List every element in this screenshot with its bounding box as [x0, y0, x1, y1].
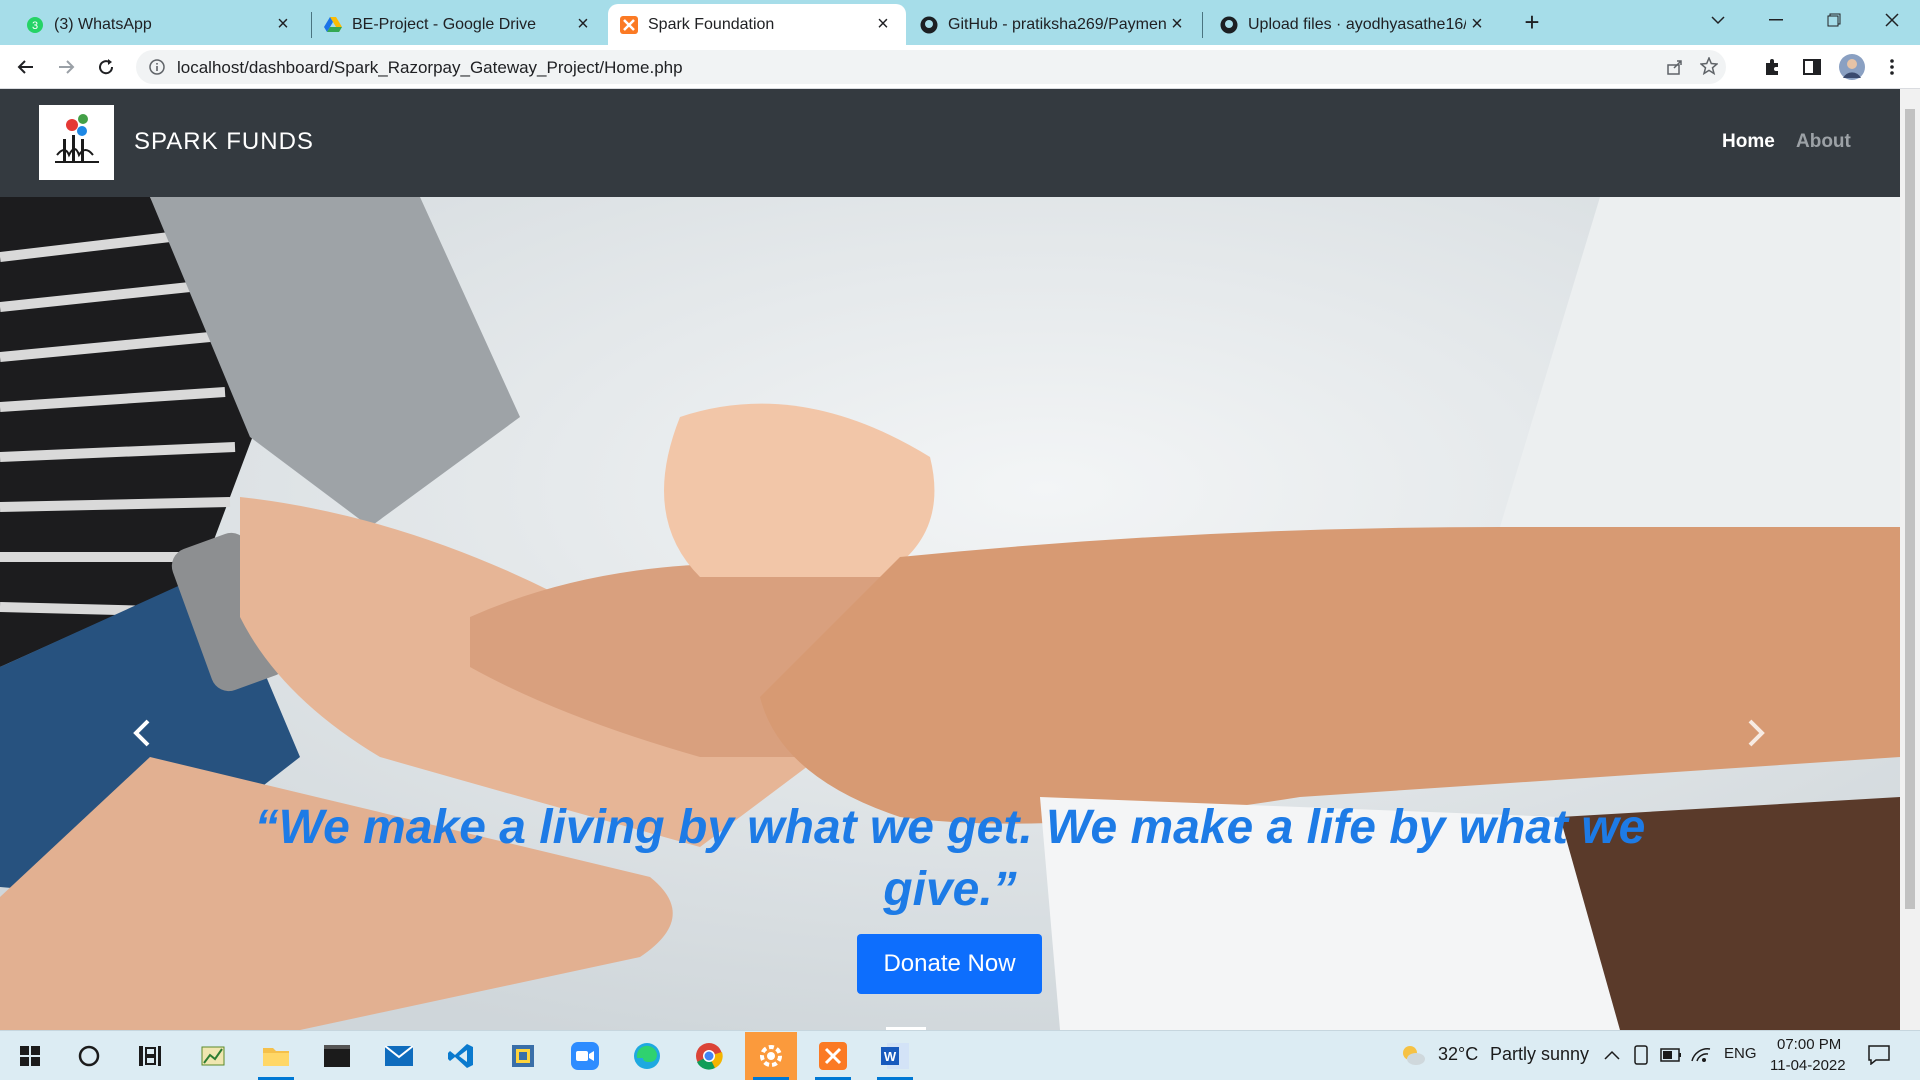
- back-icon[interactable]: [10, 51, 42, 83]
- taskbar: W 32°C Partly sunny ENG 07:00 PM 11-04-2…: [0, 1030, 1920, 1080]
- close-icon[interactable]: ×: [1466, 13, 1488, 36]
- tab-github-upload[interactable]: Upload files · ayodhyasathe16/Pa ×: [1208, 4, 1500, 45]
- donate-button[interactable]: Donate Now: [857, 934, 1042, 994]
- share-icon[interactable]: [1666, 58, 1684, 81]
- terminal-icon[interactable]: [311, 1032, 363, 1080]
- side-panel-icon[interactable]: [1796, 51, 1828, 83]
- tab-title: GitHub - pratiksha269/Payment-(: [948, 15, 1166, 33]
- nav-about[interactable]: About: [1796, 131, 1851, 153]
- page-viewport: SPARK FUNDS Home About “We make a living…: [0, 89, 1900, 1030]
- carousel-next-icon[interactable]: [1736, 713, 1776, 753]
- address-bar[interactable]: localhost/dashboard/Spark_Razorpay_Gatew…: [136, 50, 1726, 84]
- site-brand[interactable]: SPARK FUNDS: [134, 128, 314, 156]
- site-info-icon[interactable]: [149, 59, 165, 80]
- browser-toolbar: localhost/dashboard/Spark_Razorpay_Gatew…: [0, 45, 1920, 89]
- word-icon[interactable]: W: [869, 1032, 921, 1080]
- windows-start-icon[interactable]: [4, 1032, 56, 1080]
- browser-tab-strip: 3 (3) WhatsApp × BE-Project - Google Dri…: [0, 0, 1920, 45]
- close-icon[interactable]: ×: [872, 13, 894, 36]
- xampp-icon[interactable]: [807, 1032, 859, 1080]
- weather-desc[interactable]: Partly sunny: [1490, 1044, 1589, 1065]
- github-icon: [920, 16, 938, 34]
- svg-text:W: W: [884, 1049, 897, 1064]
- close-icon[interactable]: ×: [272, 13, 294, 36]
- clock-time[interactable]: 07:00 PM: [1777, 1036, 1841, 1053]
- url-text: localhost/dashboard/Spark_Razorpay_Gatew…: [177, 58, 683, 77]
- scrollbar-thumb[interactable]: [1905, 109, 1915, 909]
- whatsapp-badge: 3: [32, 20, 38, 32]
- bookmark-star-icon[interactable]: [1699, 56, 1719, 80]
- edge-icon[interactable]: [621, 1032, 673, 1080]
- menu-icon[interactable]: [1876, 51, 1908, 83]
- extensions-icon[interactable]: [1756, 51, 1788, 83]
- weather-icon[interactable]: [1400, 1044, 1426, 1071]
- site-logo[interactable]: [39, 105, 114, 180]
- new-tab-button[interactable]: +: [1516, 6, 1548, 38]
- carousel-prev-icon[interactable]: [122, 713, 162, 753]
- reload-icon[interactable]: [90, 51, 122, 83]
- grapher-icon[interactable]: [187, 1032, 239, 1080]
- zoom-icon[interactable]: [559, 1032, 611, 1080]
- chrome-icon[interactable]: [683, 1032, 735, 1080]
- python-icon[interactable]: [497, 1032, 549, 1080]
- whatsapp-icon: 3: [26, 16, 44, 34]
- tab-spark-foundation[interactable]: Spark Foundation ×: [608, 4, 906, 45]
- tab-title: Upload files · ayodhyasathe16/Pa: [1248, 15, 1466, 33]
- profile-avatar[interactable]: [1836, 51, 1868, 83]
- close-icon[interactable]: ×: [1166, 13, 1188, 36]
- forward-icon[interactable]: [50, 51, 82, 83]
- tab-title: (3) WhatsApp: [54, 15, 152, 33]
- file-explorer-icon[interactable]: [250, 1032, 302, 1080]
- tab-title: BE-Project - Google Drive: [352, 15, 537, 33]
- notification-icon[interactable]: [1868, 1045, 1890, 1070]
- close-window-icon[interactable]: [1864, 0, 1920, 40]
- close-icon[interactable]: ×: [572, 13, 594, 36]
- settings-icon[interactable]: [745, 1032, 797, 1080]
- language-indicator[interactable]: ENG: [1724, 1045, 1757, 1062]
- hero-quote: “We make a living by what we get. We mak…: [254, 801, 1646, 916]
- nav-home[interactable]: Home: [1722, 131, 1775, 153]
- tab-whatsapp[interactable]: 3 (3) WhatsApp ×: [14, 4, 306, 45]
- github-icon: [1220, 16, 1238, 34]
- xampp-icon: [620, 15, 638, 34]
- google-drive-icon: [324, 16, 342, 34]
- clock-date[interactable]: 11-04-2022: [1770, 1057, 1846, 1074]
- tab-github-payment[interactable]: GitHub - pratiksha269/Payment-( ×: [908, 4, 1200, 45]
- vscode-icon[interactable]: [435, 1032, 487, 1080]
- site-navbar: SPARK FUNDS Home About: [0, 89, 1900, 197]
- wifi-icon[interactable]: [1690, 1045, 1712, 1068]
- mail-icon[interactable]: [373, 1032, 425, 1080]
- task-view-icon[interactable]: [124, 1032, 176, 1080]
- battery-icon[interactable]: [1660, 1048, 1682, 1067]
- chevron-up-icon[interactable]: [1604, 1047, 1620, 1065]
- minimize-icon[interactable]: [1748, 0, 1804, 40]
- tab-separator: [1202, 12, 1203, 38]
- weather-temp[interactable]: 32°C: [1438, 1044, 1478, 1065]
- tab-title: Spark Foundation: [648, 15, 775, 33]
- tab-search-icon[interactable]: [1690, 0, 1746, 40]
- tab-google-drive[interactable]: BE-Project - Google Drive ×: [312, 4, 606, 45]
- device-icon[interactable]: [1634, 1045, 1648, 1070]
- search-icon[interactable]: [63, 1032, 115, 1080]
- page-scrollbar[interactable]: [1900, 89, 1920, 1030]
- restore-icon[interactable]: [1806, 0, 1862, 40]
